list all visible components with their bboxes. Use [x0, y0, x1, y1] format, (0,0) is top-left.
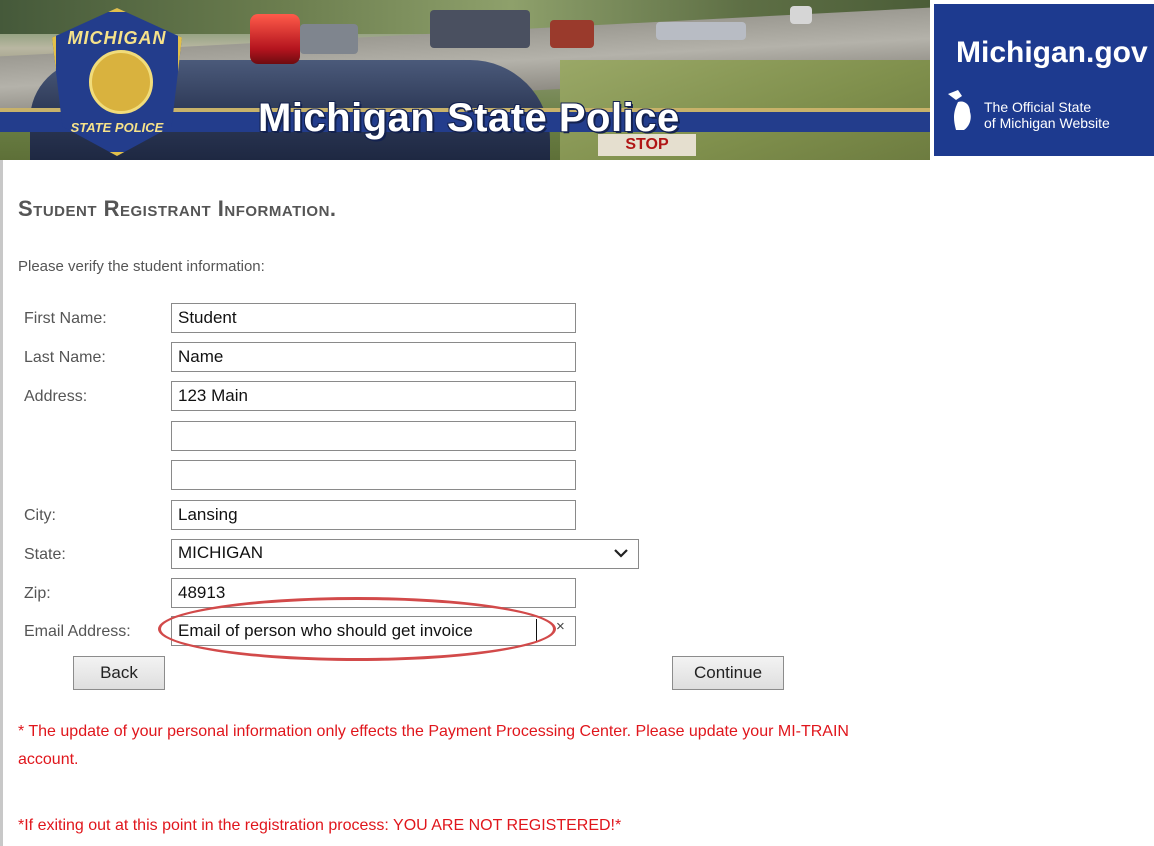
state-label: State: — [24, 546, 66, 563]
vehicle — [790, 6, 812, 24]
continue-button[interactable]: Continue — [672, 656, 784, 690]
badge-top-text: MICHIGAN — [67, 28, 167, 48]
highlight-ellipse — [158, 597, 556, 661]
page-left-rule — [0, 160, 3, 846]
update-notice: * The update of your personal informatio… — [18, 723, 849, 768]
badge-seal — [89, 50, 153, 114]
portal-title: Michigan.gov — [956, 36, 1148, 69]
clear-icon[interactable]: × — [556, 618, 565, 635]
first-name-field[interactable] — [171, 303, 576, 333]
first-name-label: First Name: — [24, 310, 107, 327]
address-line2-field[interactable] — [171, 421, 576, 451]
police-light-icon — [250, 14, 300, 64]
city-field[interactable] — [171, 500, 576, 530]
last-name-field[interactable] — [171, 342, 576, 372]
last-name-label: Last Name: — [24, 349, 106, 366]
city-label: City: — [24, 507, 56, 524]
email-label: Email Address: — [24, 623, 131, 640]
state-select[interactable]: MICHIGAN — [171, 539, 639, 569]
form-intro: Please verify the student information: — [18, 258, 265, 275]
back-button[interactable]: Back — [73, 656, 165, 690]
vehicle — [656, 22, 746, 40]
michigan-gov-link[interactable]: Michigan.gov The Official State of Michi… — [934, 4, 1154, 156]
michigan-map-icon — [948, 90, 971, 130]
address-line3-field[interactable] — [171, 460, 576, 490]
badge-bottom-text: STATE POLICE — [70, 120, 164, 135]
chevron-down-icon — [614, 549, 628, 558]
vehicle — [300, 24, 358, 54]
portal-tagline: The Official State of Michigan Website — [984, 99, 1110, 131]
vehicle — [430, 10, 530, 48]
page-title: Student Registrant Information. — [18, 196, 337, 221]
site-banner: STOP MICHIGAN STATE POLICE Michigan Stat… — [0, 0, 1154, 160]
zip-label: Zip: — [24, 585, 51, 602]
vehicle — [550, 20, 594, 48]
site-title: Michigan State Police — [258, 96, 680, 140]
state-selected-value: MICHIGAN — [178, 543, 263, 562]
not-registered-warning: *If exiting out at this point in the reg… — [18, 817, 622, 834]
address-line1-field[interactable] — [171, 381, 576, 411]
address-label: Address: — [24, 388, 88, 405]
